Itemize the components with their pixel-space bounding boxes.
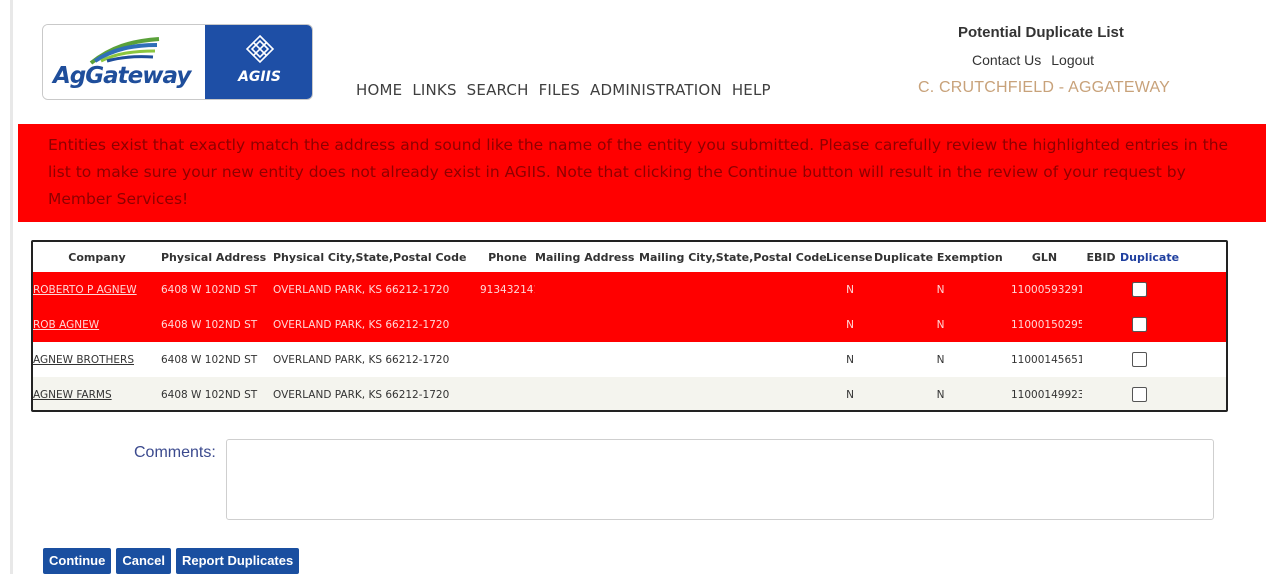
col-duplicate-exemption[interactable]: Duplicate Exemption <box>874 242 1007 272</box>
cell-license: N <box>846 353 854 366</box>
nav-administration[interactable]: ADMINISTRATION <box>590 81 722 99</box>
cell-address: 6408 W 102ND ST <box>161 272 273 307</box>
cancel-button[interactable]: Cancel <box>116 548 171 574</box>
warning-line-3: Member Services! <box>48 190 189 208</box>
duplicate-checkbox[interactable] <box>1132 352 1147 367</box>
cell-phone <box>480 342 535 377</box>
cell-duplicate <box>1120 272 1226 307</box>
table-row: ROBERTO P AGNEW 6408 W 102ND ST OVERLAND P… <box>33 272 1226 307</box>
cell-city: OVERLAND PARK, KS 66212-1720 <box>273 377 480 410</box>
table-header-row: Company Physical Address Physical City,S… <box>33 242 1226 272</box>
cell-ebid <box>1082 342 1120 377</box>
cell-address: 6408 W 102ND ST <box>161 377 273 410</box>
nav-files[interactable]: FILES <box>539 81 580 99</box>
cell-gln: 1100014992342 <box>1007 377 1082 410</box>
company-link[interactable]: AGNEW BROTHERS <box>33 354 134 366</box>
agiis-diamond-icon <box>245 34 275 64</box>
comments-label: Comments: <box>134 444 216 461</box>
cell-duplicate <box>1120 377 1226 410</box>
table-row: ROB AGNEW 6408 W 102ND ST OVERLAND PARK, K… <box>33 307 1226 342</box>
cell-ebid <box>1082 377 1120 410</box>
comments-textarea[interactable] <box>226 439 1214 520</box>
col-physical-city[interactable]: Physical City,State,Postal Code <box>273 242 480 272</box>
cell-phone <box>480 307 535 342</box>
cell-city: OVERLAND PARK, KS 66212-1720 <box>273 353 450 366</box>
duplicates-table: Company Physical Address Physical City,S… <box>31 240 1228 412</box>
cell-license: N <box>826 272 874 307</box>
nav-help[interactable]: HELP <box>732 81 771 99</box>
duplicate-checkbox[interactable] <box>1132 282 1147 297</box>
warning-line-1: Entities exist that exactly match the ad… <box>48 136 1229 154</box>
cell-address: 6408 W 102ND ST <box>161 307 273 342</box>
cell-city: OVERLAND PARK, KS 66212-1720 <box>273 307 480 342</box>
col-gln[interactable]: GLN <box>1007 242 1082 272</box>
cell-exemption: N <box>874 272 1007 307</box>
aggateway-logo: AgGateway <box>43 25 205 99</box>
col-ebid[interactable]: EBID <box>1082 242 1120 272</box>
nav-home[interactable]: HOME <box>356 81 402 99</box>
cell-mailing-address <box>535 307 639 342</box>
aggateway-agiis-logo[interactable]: AgGateway AGIIS <box>42 24 313 100</box>
cell-duplicate <box>1120 307 1226 342</box>
cell-ebid <box>1082 272 1120 307</box>
logout-link[interactable]: Logout <box>1051 52 1094 68</box>
header-links: Contact Us Logout <box>972 52 1104 68</box>
nav-search[interactable]: SEARCH <box>467 81 529 99</box>
cell-mailing-address <box>535 377 639 410</box>
col-phone[interactable]: Phone <box>480 242 535 272</box>
cell-mailing-address <box>535 272 639 307</box>
warning-line-2: list to make sure your new entity does n… <box>48 163 1186 181</box>
cell-phone: 9134321413 <box>480 272 535 307</box>
cell-mailing-city <box>639 272 826 307</box>
cell-mailing-city <box>639 377 826 410</box>
cell-exemption: N <box>936 353 945 366</box>
duplicate-checkbox[interactable] <box>1132 387 1147 402</box>
company-link[interactable]: AGNEW FARMS <box>33 389 112 401</box>
aggateway-wordmark: AgGateway <box>53 63 191 89</box>
col-physical-address[interactable]: Physical Address <box>161 242 273 272</box>
cell-company: ROBERTO P AGNEW <box>33 272 161 307</box>
cell-duplicate <box>1120 342 1226 377</box>
cell-mailing-city <box>639 342 826 377</box>
cell-ebid <box>1082 307 1120 342</box>
cell-company: AGNEW BROTHERS <box>33 342 161 377</box>
continue-button[interactable]: Continue <box>43 548 112 574</box>
col-duplicate[interactable]: Duplicate <box>1120 242 1226 272</box>
aggateway-swoosh-icon <box>89 37 160 65</box>
cell-gln: 1100015029504 <box>1007 307 1082 342</box>
company-link[interactable]: ROB AGNEW <box>33 319 99 331</box>
action-buttons: Continue Cancel Report Duplicates <box>43 548 300 574</box>
duplicate-warning-banner: Entities exist that exactly match the ad… <box>18 124 1266 222</box>
cell-mailing-address <box>535 342 639 377</box>
nav-links[interactable]: LINKS <box>412 81 456 99</box>
table-row: AGNEW FARMS 6408 W 102ND ST OVERLAND PARK,… <box>33 377 1226 410</box>
cell-phone <box>480 377 535 410</box>
col-license[interactable]: License <box>826 242 874 272</box>
cell-mailing-city <box>639 307 826 342</box>
agiis-wordmark: AGIIS <box>238 69 281 85</box>
duplicate-checkbox[interactable] <box>1132 317 1147 332</box>
col-mailing-address[interactable]: Mailing Address <box>535 242 639 272</box>
current-user: C. CRUTCHFIELD - AGGATEWAY <box>918 79 1171 96</box>
cell-exemption: N <box>874 307 1007 342</box>
cell-city: OVERLAND PARK, KS 66212-1720 <box>273 272 480 307</box>
cell-gln: 1100014565133 <box>1011 353 1082 366</box>
company-link[interactable]: ROBERTO P AGNEW <box>33 284 137 296</box>
cell-company: ROB AGNEW <box>33 307 161 342</box>
cell-license: N <box>826 307 874 342</box>
cell-license: N <box>826 377 874 410</box>
contact-us-link[interactable]: Contact Us <box>972 52 1041 68</box>
col-mailing-city[interactable]: Mailing City,State,Postal Code <box>639 242 827 272</box>
main-nav: HOME LINKS SEARCH FILES ADMINISTRATION H… <box>356 81 781 99</box>
page-title: Potential Duplicate List <box>958 24 1124 41</box>
cell-gln: 1100059329141 <box>1007 272 1082 307</box>
agiis-logo: AGIIS <box>205 25 312 99</box>
col-company[interactable]: Company <box>33 242 161 272</box>
table-row: AGNEW BROTHERS 6408 W 102ND ST OVERLAND PA… <box>33 342 1226 377</box>
cell-address: 6408 W 102ND ST <box>161 353 258 366</box>
cell-company: AGNEW FARMS <box>33 377 161 410</box>
report-duplicates-button[interactable]: Report Duplicates <box>175 548 300 574</box>
cell-exemption: N <box>874 377 1007 410</box>
left-border <box>10 0 13 574</box>
